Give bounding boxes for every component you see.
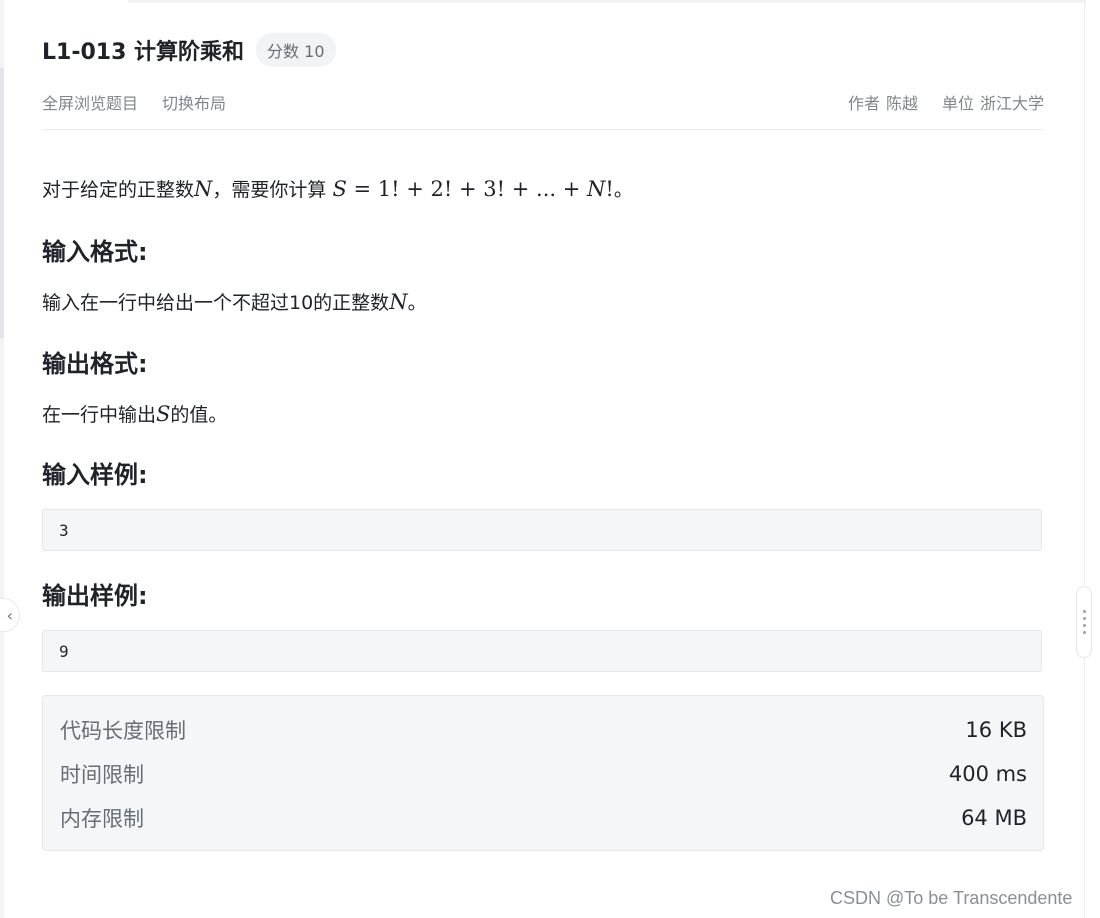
limits-panel: 代码长度限制 16 KB 时间限制 400 ms 内存限制 64 MB — [42, 695, 1044, 851]
input-format-text: 输入在一行中给出一个不超过10的正整数N。 — [42, 290, 427, 314]
collapse-sidebar-button[interactable]: ‹ — [0, 598, 20, 632]
problem-page: ‹ L1-013 计算阶乘和 分数 10 全屏浏览题目 切换布局 作者 陈越 单… — [0, 0, 1100, 918]
author-name: 陈越 — [885, 94, 918, 113]
limit-value: 64 MB — [961, 806, 1027, 830]
panel-resize-handle[interactable] — [1076, 586, 1092, 658]
author-label: 作者 — [847, 94, 880, 113]
limit-label: 内存限制 — [60, 807, 144, 831]
left-scrollbar[interactable] — [0, 68, 4, 338]
limit-row-memory: 内存限制 64 MB — [60, 796, 1027, 840]
top-border — [128, 0, 1086, 3]
page-title: L1-013 计算阶乘和 — [42, 40, 245, 65]
score-badge: 分数 10 — [256, 33, 336, 67]
panel-divider — [1084, 0, 1085, 918]
unit-name: 浙江大学 — [979, 94, 1044, 113]
sample-output-heading: 输出样例: — [42, 582, 148, 610]
output-format-heading: 输出格式: — [42, 350, 148, 378]
author-info: 作者 陈越 — [848, 90, 918, 114]
limit-label: 代码长度限制 — [60, 719, 186, 743]
sample-input-heading: 输入样例: — [42, 461, 148, 489]
sample-input-box[interactable]: 3 — [42, 509, 1042, 551]
unit-label: 单位 — [941, 94, 974, 113]
switch-layout-link[interactable]: 切换布局 — [162, 90, 226, 114]
sample-output-box[interactable]: 9 — [42, 630, 1042, 672]
problem-meta: 全屏浏览题目 切换布局 作者 陈越 单位 浙江大学 — [42, 88, 1044, 116]
limit-value: 400 ms — [948, 762, 1027, 786]
limit-row-time: 时间限制 400 ms — [60, 752, 1027, 796]
output-format-text: 在一行中输出S的值。 — [42, 402, 228, 426]
problem-description: 对于给定的正整数N，需要你计算 S = 1! + 2! + 3! + ... +… — [42, 177, 633, 201]
header-divider — [42, 129, 1044, 130]
sample-input-value: 3 — [59, 520, 69, 540]
problem-header: L1-013 计算阶乘和 分数 10 — [42, 30, 336, 70]
limit-label: 时间限制 — [60, 763, 144, 787]
chevron-left-icon: ‹ — [6, 605, 13, 625]
limit-row-code-length: 代码长度限制 16 KB — [60, 708, 1027, 752]
unit-info: 单位 浙江大学 — [942, 90, 1044, 114]
watermark: CSDN @To be Transcendente — [830, 888, 1073, 908]
limit-value: 16 KB — [965, 718, 1027, 742]
sample-output-value: 9 — [59, 641, 69, 661]
fullscreen-link[interactable]: 全屏浏览题目 — [42, 90, 138, 114]
drag-handle-icon — [1082, 610, 1086, 613]
input-format-heading: 输入格式: — [42, 238, 148, 266]
